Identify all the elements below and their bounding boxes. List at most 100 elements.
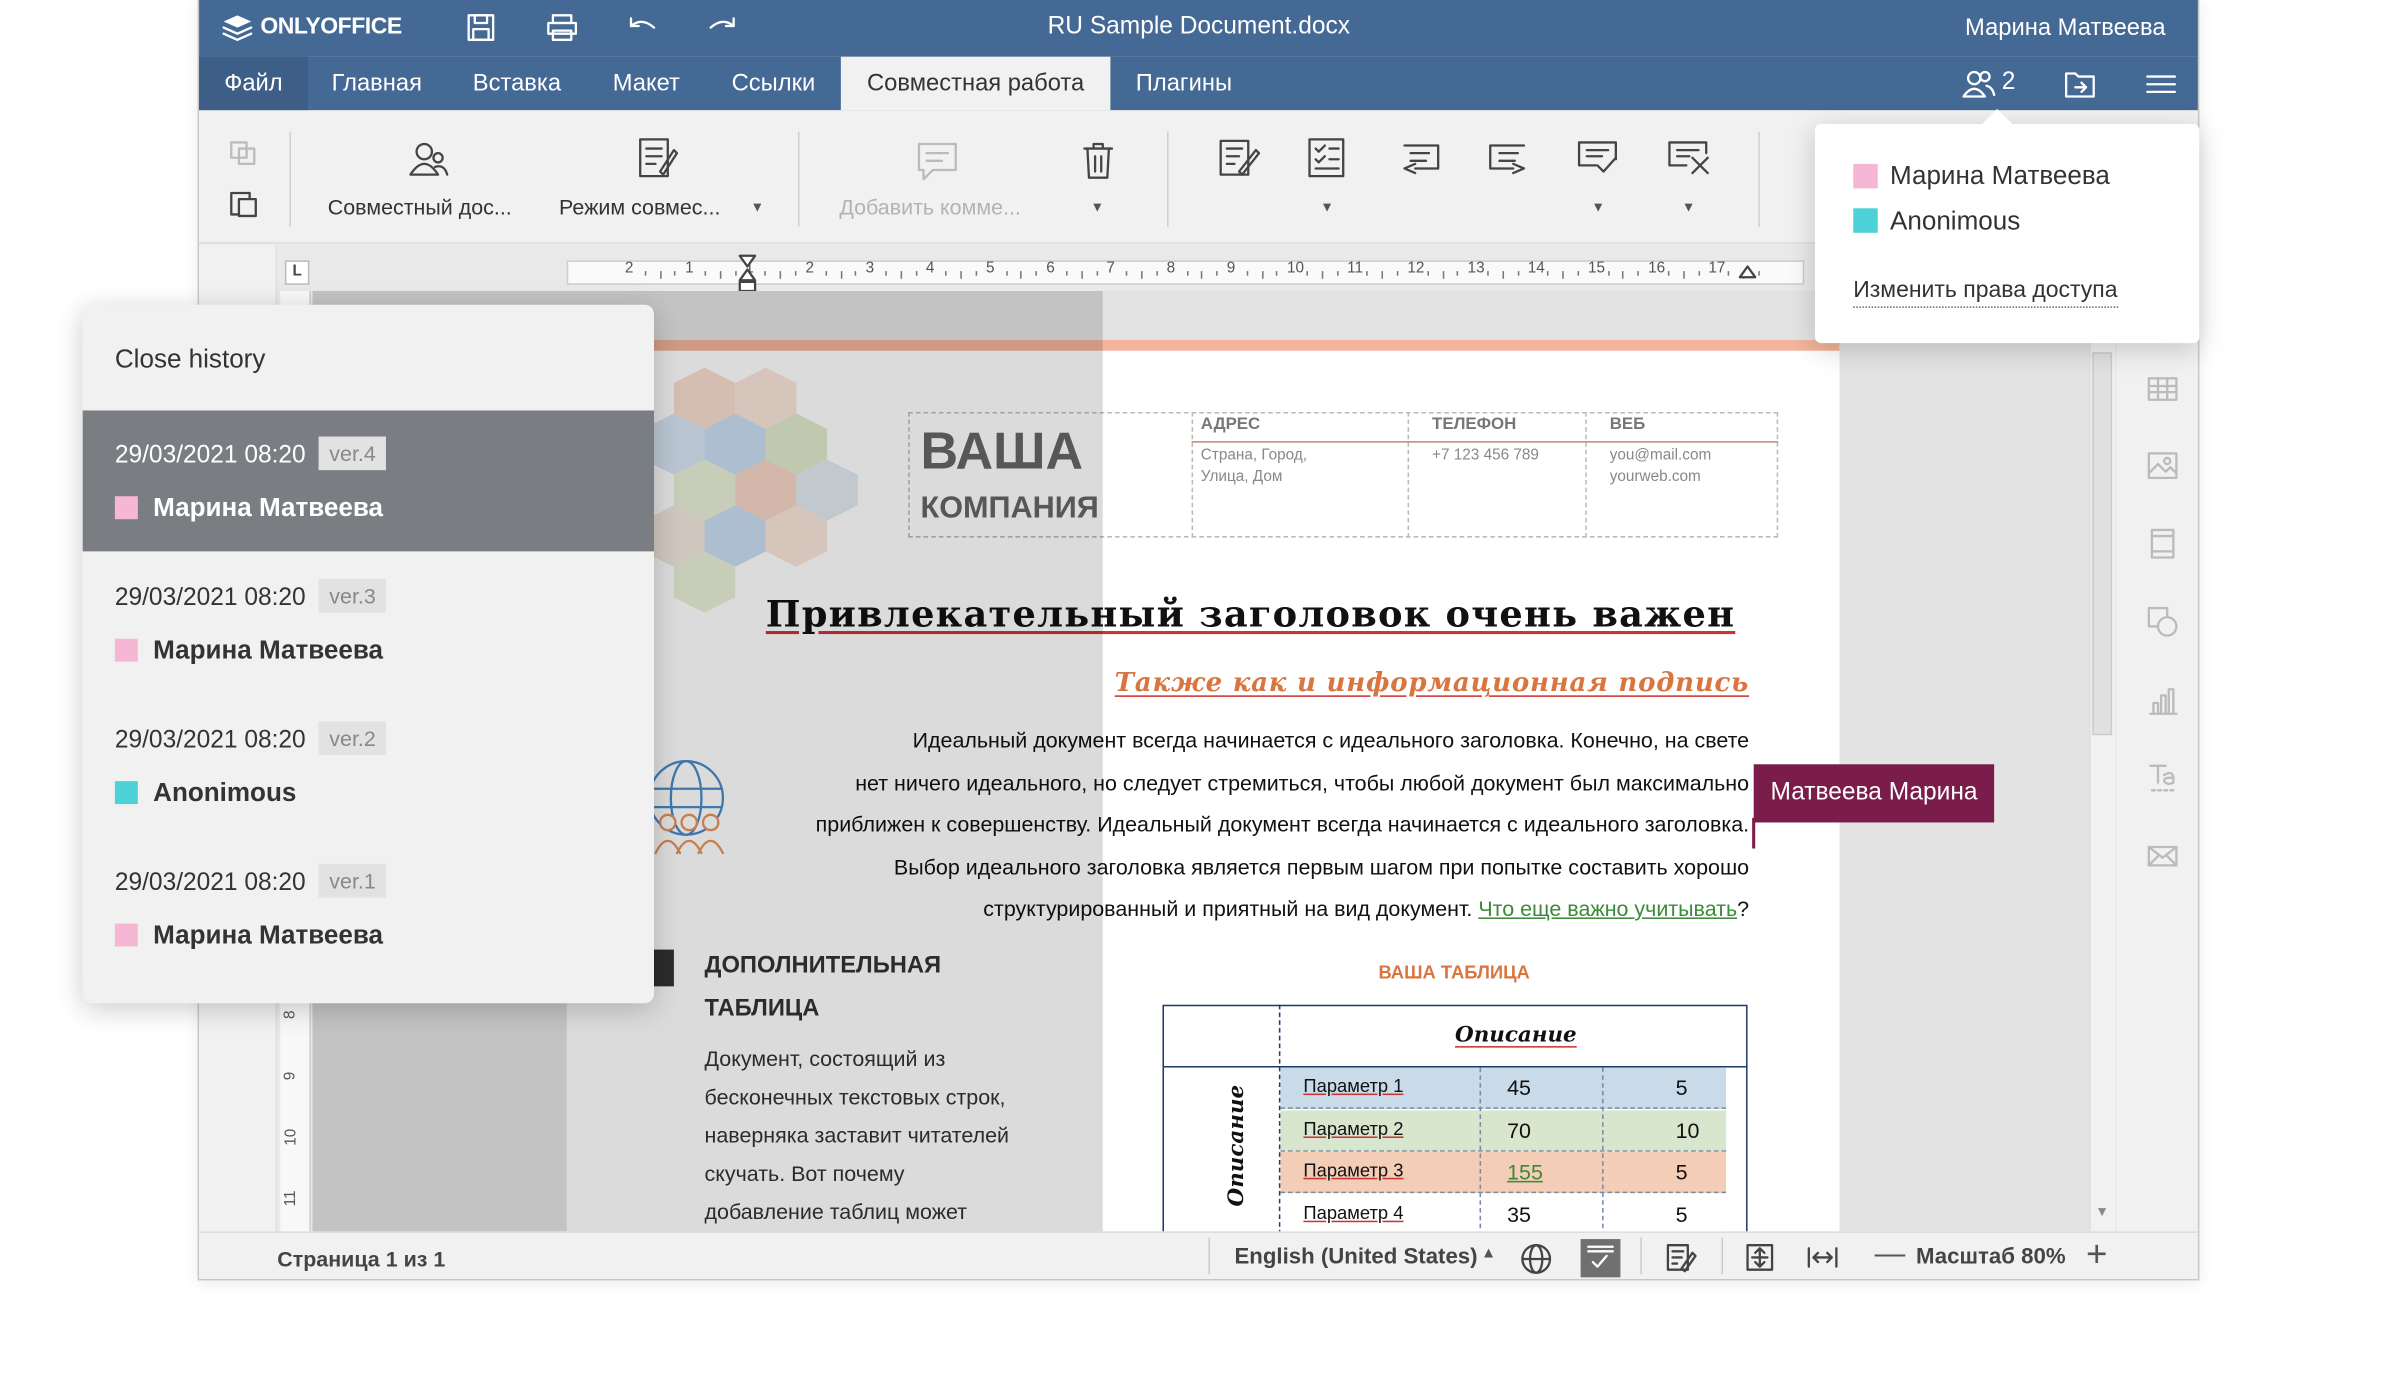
scroll-down-icon[interactable]: ▼ [2095,1204,2109,1219]
table-cell-value[interactable]: 155 [1507,1159,1543,1184]
tab-plugins[interactable]: Плагины [1115,57,1253,111]
header-divider [1191,412,1194,538]
text-art-settings-icon[interactable] [2146,761,2180,795]
ruler-mark: 1 [685,260,694,278]
table-cell-param[interactable]: Параметр 3 [1303,1159,1403,1180]
ruler-tick [915,271,917,276]
copy-icon[interactable] [228,139,259,167]
track-changes-icon[interactable] [1216,135,1262,181]
table-cell-value[interactable]: 45 [1507,1075,1531,1100]
accept-change-icon[interactable] [1574,138,1620,178]
history-version-item[interactable]: 29/03/2021 08:20 ver.4 Марина Матвеева [82,410,654,552]
indent-marker-icon[interactable] [735,253,760,296]
paste-icon[interactable] [228,188,259,219]
version-date: 29/03/2021 08:20 [114,869,306,896]
users-count[interactable]: 2 [2002,69,2016,97]
chevron-down-icon[interactable]: ▼ [1591,199,1605,214]
previous-change-icon[interactable] [1397,141,1443,178]
table-title: ВАША ТАБЛИЦА [1378,961,1530,984]
ruler-tick [1216,271,1218,276]
table-cell-param[interactable]: Параметр 1 [1303,1075,1403,1096]
tab-insert[interactable]: Вставка [450,57,583,111]
delete-comment-icon[interactable] [1080,139,1117,182]
co-edit-mode-icon[interactable] [636,135,679,181]
ruler-tick [1156,271,1158,276]
version-tag: ver.3 [318,578,387,613]
display-mode-icon[interactable] [1305,135,1351,181]
ruler-mark: 17 [1708,260,1726,278]
table-cell-value[interactable]: 5 [1676,1202,1688,1227]
zoom-in-button[interactable]: + [2086,1234,2107,1277]
tab-collaboration[interactable]: Совместная работа [840,56,1111,111]
ruler-tick [1141,271,1143,279]
reject-change-icon[interactable] [1665,138,1714,178]
table-cell-value[interactable]: 70 [1507,1117,1531,1142]
chevron-down-icon[interactable]: ▼ [1682,199,1696,214]
ruler-tick [1577,271,1580,276]
co-editing-icon[interactable] [407,141,450,178]
tab-references[interactable]: Ссылки [709,57,838,111]
redo-icon[interactable] [706,14,740,42]
ruler-tick [1667,271,1670,276]
table-settings-icon[interactable] [2146,372,2180,406]
chevron-down-icon[interactable]: ▼ [1090,199,1104,214]
history-version-item[interactable]: 29/03/2021 08:20 ver.1 Марина Матвеева [83,838,654,979]
language-selector[interactable]: English (United States) [1234,1245,1477,1270]
table-side-header[interactable]: Описание [1225,1085,1250,1207]
zoom-level: Масштаб 80% [1916,1245,2066,1270]
page-counter[interactable]: Страница 1 из 1 [277,1247,445,1272]
header-address-line2: Улица, Дом [1200,468,1283,486]
fit-page-icon[interactable] [1744,1242,1775,1273]
tab-home[interactable]: Главная [311,57,443,111]
right-indent-marker-icon[interactable] [1737,262,1758,280]
ruler-tick [1442,271,1444,279]
print-icon[interactable] [545,12,579,43]
ruler-mark: 9 [282,1071,300,1081]
mail-merge-icon[interactable] [2146,839,2180,873]
globe-language-icon[interactable] [1519,1242,1553,1276]
table-cell-value[interactable]: 5 [1676,1159,1688,1184]
co-edit-mode-button[interactable]: Режим совмес... [559,195,720,220]
scrollbar-thumb[interactable] [2092,352,2113,736]
table-cell-param[interactable]: Параметр 4 [1303,1202,1403,1223]
undo-icon[interactable] [625,14,659,42]
close-history-button[interactable]: Close history [115,345,266,376]
table-cell-value[interactable]: 5 [1676,1075,1688,1100]
history-version-item[interactable]: 29/03/2021 08:20 ver.3 Марина Матвеева [83,553,654,694]
ruler-mark: 11 [282,1190,300,1207]
menu-hamburger-icon[interactable] [2144,70,2178,98]
ruler-tick [764,271,767,276]
table-cell-value[interactable]: 10 [1676,1117,1700,1142]
open-location-icon[interactable] [2063,69,2097,100]
table-cell-value[interactable]: 35 [1507,1202,1531,1227]
chart-settings-icon[interactable] [2146,683,2180,717]
save-icon[interactable] [466,12,497,43]
status-separator [1208,1237,1210,1275]
chevron-up-icon[interactable]: ▲ [1481,1245,1496,1262]
ruler-corner[interactable]: L [284,260,310,285]
fit-width-icon[interactable] [1806,1242,1840,1273]
table-header[interactable]: Описание [1455,1023,1577,1048]
history-version-item[interactable]: 29/03/2021 08:20 ver.2 Anonimous [83,695,654,836]
ruler-tick [1276,271,1279,276]
toolbar-separator [1167,131,1169,227]
zoom-out-button[interactable]: — [1875,1238,1906,1273]
ruler-tick [1637,271,1640,276]
shape-settings-icon[interactable] [2146,605,2180,639]
document-subheading[interactable]: Также как и информационная подпись [1115,668,1749,699]
remote-user-cursor-label: Матвеева Марина [1753,764,1995,823]
tab-file[interactable]: Файл [199,56,308,111]
header-footer-settings-icon[interactable] [2146,527,2180,561]
paragraph-link[interactable]: Что еще важно учитывать [1478,896,1737,921]
chevron-down-icon[interactable]: ▼ [1320,199,1334,214]
tab-layout[interactable]: Макет [591,57,701,111]
version-author: Марина Матвеева [153,920,384,950]
co-editing-button[interactable]: Совместный дос... [328,195,512,220]
next-change-icon[interactable] [1486,141,1532,178]
users-icon[interactable] [1960,69,1997,100]
table-cell-param[interactable]: Параметр 2 [1303,1117,1403,1138]
chevron-down-icon[interactable]: ▼ [750,199,764,214]
track-changes-status-icon[interactable] [1663,1241,1697,1275]
change-access-rights-link[interactable]: Изменить права доступа [1853,277,2118,308]
image-settings-icon[interactable] [2146,449,2180,483]
